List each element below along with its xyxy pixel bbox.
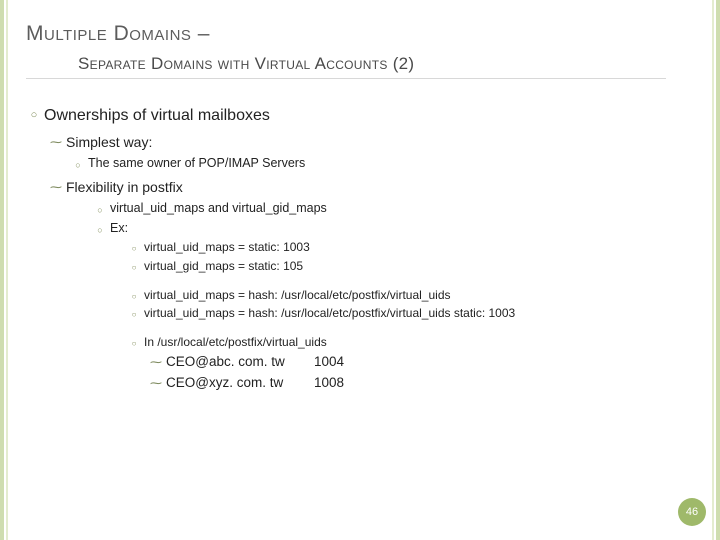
bullet-ring-small-icon: ○: [126, 291, 142, 302]
title-underline: [26, 78, 666, 79]
l4-in-file: In /usr/local/etc/postfix/virtual_uids: [144, 334, 694, 351]
bullet-wave-icon: ⁓: [148, 375, 164, 392]
bullet-ring-icon: ○: [26, 108, 42, 123]
bullet-wave-icon: ⁓: [148, 354, 164, 371]
bullet-ring-small-icon: ○: [126, 243, 142, 254]
bullet-ring-icon: ○: [70, 159, 86, 172]
email-address: CEO@abc. com. tw: [166, 353, 314, 372]
bullet-ring-small-icon: ○: [126, 262, 142, 273]
title-dash: –: [191, 22, 210, 45]
l4-uid-static: virtual_uid_maps = static: 1003: [144, 239, 694, 256]
bullet-ring-small-icon: ○: [126, 309, 142, 320]
subtitle-paren: (2): [393, 54, 415, 73]
l5-email-row: CEO@xyz. com. tw 1008: [166, 374, 694, 393]
email-uid: 1004: [314, 353, 344, 372]
l3-maps: virtual_uid_maps and virtual_gid_maps: [110, 200, 694, 218]
page-number: 46: [686, 506, 698, 518]
l2-simplest: Simplest way:: [66, 133, 694, 153]
bullet-wave-icon: ⁓: [48, 179, 64, 196]
page-number-badge: 46: [678, 498, 706, 526]
l1-ownerships: Ownerships of virtual mailboxes: [44, 105, 694, 127]
l4-gid-static: virtual_gid_maps = static: 105: [144, 258, 694, 275]
l2-flexibility: Flexibility in postfix: [66, 178, 694, 198]
subtitle-main: Separate Domains with Virtual Accounts: [78, 54, 388, 73]
l5-email-row: CEO@abc. com. tw 1004: [166, 353, 694, 372]
l3-ex: Ex:: [110, 220, 694, 238]
slide-title-line2: Separate Domains with Virtual Accounts (…: [78, 54, 694, 74]
bullet-ring-icon: ○: [92, 224, 108, 237]
l4-uid-hash-static: virtual_uid_maps = hash: /usr/local/etc/…: [144, 305, 694, 322]
slide-title-line1: Multiple Domains –: [26, 22, 694, 46]
email-uid: 1008: [314, 374, 344, 393]
title-main: Multiple Domains: [26, 22, 191, 45]
l4-uid-hash: virtual_uid_maps = hash: /usr/local/etc/…: [144, 287, 694, 304]
l3-same-owner: The same owner of POP/IMAP Servers: [88, 155, 694, 173]
bullet-ring-small-icon: ○: [126, 338, 142, 349]
bullet-wave-icon: ⁓: [48, 134, 64, 151]
bullet-ring-icon: ○: [92, 204, 108, 217]
email-address: CEO@xyz. com. tw: [166, 374, 314, 393]
